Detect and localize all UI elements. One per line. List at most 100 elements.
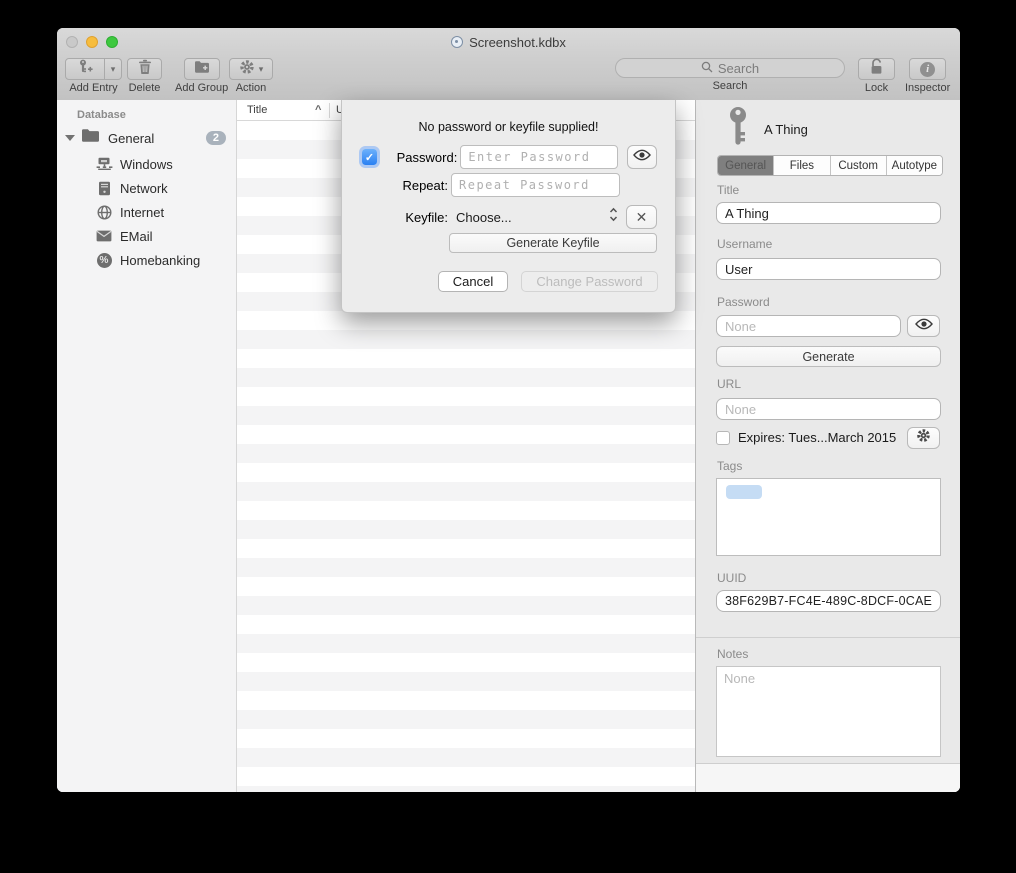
sidebar-item-network[interactable]: Network [57,176,236,200]
close-icon: ✕ [636,209,648,226]
tab-autotype[interactable]: Autotype [886,156,942,175]
action-button[interactable]: ▾ [229,58,273,80]
dialog-message: No password or keyfile supplied! [342,120,675,134]
sidebar-item-general[interactable]: General 2 [57,128,236,148]
sidebar-item-email[interactable]: EMail [57,224,236,248]
change-password-label: Change Password [536,274,642,289]
entry-count-badge: 2 [206,131,226,145]
sidebar-item-label: General [108,131,154,146]
globe-icon [95,205,113,220]
eye-icon [633,148,651,166]
url-label: URL [717,377,741,391]
cancel-label: Cancel [453,274,493,289]
reveal-password-button[interactable] [907,315,940,337]
envelope-icon [95,230,113,242]
lock-button[interactable] [858,58,895,80]
repeat-password-field[interactable] [451,173,620,197]
expires-row: Expires: Tues...March 2015 [716,430,896,445]
lock-label: Lock [865,82,888,94]
keyfile-row: Keyfile: Choose... ✕ [362,205,657,229]
tab-files[interactable]: Files [773,156,829,175]
toolbar: ▾ Add Entry Delete Add Group [57,56,960,101]
sidebar-item-label: EMail [120,229,153,244]
sidebar-item-label: Network [120,181,168,196]
expires-checkbox[interactable] [716,431,730,445]
window-title: Screenshot.kdbx [469,35,566,50]
uuid-field[interactable] [716,590,941,612]
search-input[interactable]: Search [615,58,845,78]
sidebar-item-internet[interactable]: Internet [57,200,236,224]
generate-keyfile-button[interactable]: Generate Keyfile [449,233,657,253]
add-entry-dropdown[interactable]: ▾ [105,58,122,80]
password-checkbox[interactable]: ✓ [362,149,377,165]
folder-plus-icon [194,60,210,79]
clear-keyfile-button[interactable]: ✕ [626,205,657,229]
chevron-down-icon: ▾ [111,64,116,75]
inspector-divider [696,637,960,638]
add-group-button[interactable] [184,58,220,80]
search-group: Search Search [615,58,845,92]
tab-custom[interactable]: Custom [830,156,886,175]
column-divider[interactable] [329,103,330,118]
percent-icon: % [95,253,113,268]
cancel-button[interactable]: Cancel [438,271,508,292]
disclosure-triangle-icon[interactable] [65,135,75,141]
action-label: Action [236,82,267,94]
server-icon [95,181,113,196]
username-field[interactable] [716,258,941,280]
enter-password-field[interactable] [460,145,618,169]
dialog-actions-row: Cancel Change Password [342,271,677,292]
reveal-dialog-password-button[interactable] [627,145,657,169]
generate-password-button[interactable]: Generate [716,346,941,367]
gear-icon [916,428,931,448]
delete-button[interactable] [127,58,162,80]
sidebar-item-label: Internet [120,205,164,220]
tag-token[interactable] [726,485,762,499]
tab-general[interactable]: General [718,156,773,175]
password-row: ✓ Password: [362,145,657,169]
sidebar-item-homebanking[interactable]: % Homebanking [57,248,236,272]
column-header-title[interactable]: Title [247,104,267,116]
titlebar[interactable]: Screenshot.kdbx [57,28,960,57]
notes-field[interactable] [716,666,941,757]
lock-group: Lock [858,58,895,94]
stepper-icon[interactable] [609,207,618,227]
inspector-button[interactable]: i [909,58,946,80]
generate-keyfile-row: Generate Keyfile [449,233,657,253]
sidebar-item-label: Windows [120,157,173,172]
delete-group: Delete [127,58,162,94]
entry-title: A Thing [764,122,808,137]
inspector-group: i Inspector [905,58,950,94]
keyfile-popup[interactable]: Choose... [456,210,609,225]
add-entry-button[interactable] [65,58,105,80]
add-entry-group: ▾ Add Entry [65,58,122,94]
inspector-footer [696,763,960,792]
url-field[interactable] [716,398,941,420]
title-label: Title [717,183,739,197]
document-proxy-icon[interactable] [451,36,463,48]
sidebar: Database General 2 Windows Network [57,100,237,792]
search-placeholder: Search [718,61,759,76]
password-field[interactable] [716,315,901,337]
username-label: Username [717,237,772,251]
generate-keyfile-label: Generate Keyfile [506,236,599,250]
sidebar-section-header: Database [77,109,126,121]
computers-icon [95,157,113,171]
dialog-password-label: Password: [379,150,457,165]
inspector-label: Inspector [905,82,950,94]
key-plus-icon [77,59,93,80]
tags-field[interactable] [716,478,941,556]
info-icon: i [920,62,935,77]
search-icon [701,61,713,76]
sidebar-item-windows[interactable]: Windows [57,152,236,176]
expires-options-button[interactable] [907,427,940,449]
add-group-label: Add Group [175,82,228,94]
tags-label: Tags [717,459,742,473]
search-label: Search [713,80,748,92]
gear-icon [239,59,255,80]
chevron-down-icon: ▾ [259,64,264,75]
title-field[interactable] [716,202,941,224]
delete-label: Delete [129,82,161,94]
notes-label: Notes [717,647,748,661]
check-icon: ✓ [365,151,374,164]
